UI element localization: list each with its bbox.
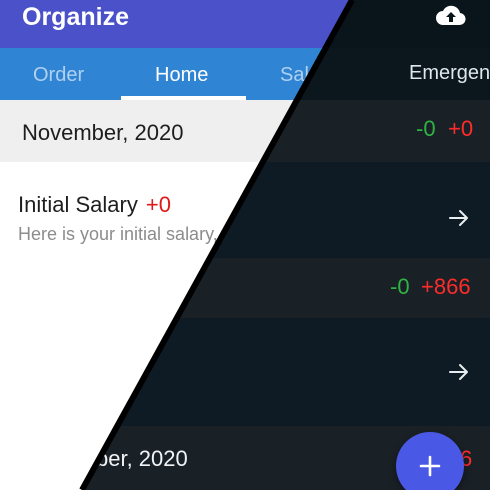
section-title: ber, 2020: [96, 446, 188, 471]
item-title-line: Initial Salary +0: [18, 192, 171, 218]
arrow-right-icon[interactable]: [448, 208, 470, 228]
section-positive-total: +866: [421, 274, 471, 299]
tab-order[interactable]: Order: [33, 64, 84, 87]
item-amount: +0: [145, 192, 171, 217]
section-date: November, 2020: [22, 120, 184, 145]
section-positive-total: +0: [448, 116, 474, 141]
section-negative-total: -0: [390, 274, 410, 299]
plus-icon: [419, 455, 441, 477]
tab-emergency[interactable]: Emergen: [409, 62, 490, 85]
app-title: Organize: [22, 3, 129, 31]
tab-home[interactable]: Home: [155, 64, 208, 87]
arrow-right-icon[interactable]: [448, 362, 470, 382]
item-title: Initial Salary: [18, 192, 138, 217]
section-negative-total: -0: [416, 116, 436, 141]
cloud-upload-icon[interactable]: [436, 3, 466, 27]
